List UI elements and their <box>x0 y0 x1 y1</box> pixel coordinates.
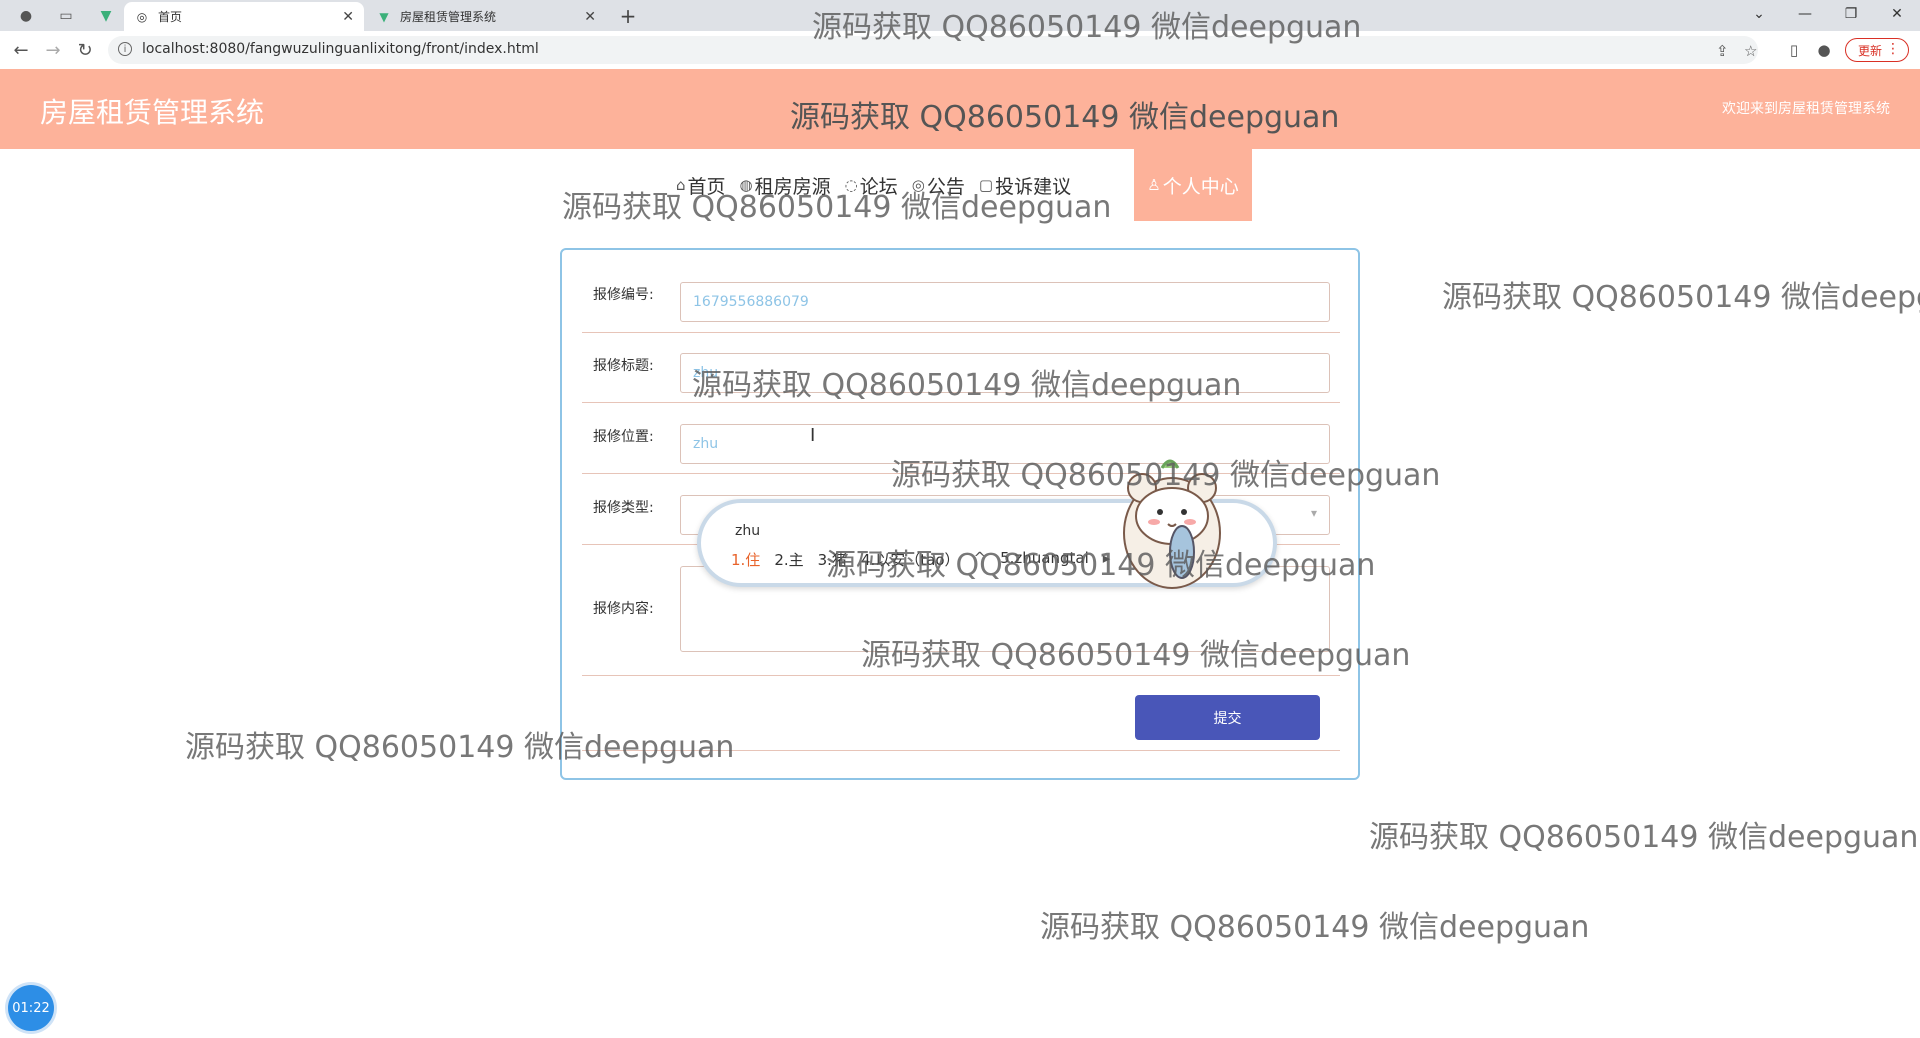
ime-candidate[interactable]: 2.主 <box>774 549 803 570</box>
watermark: 源码获取 QQ86050149 微信deepguan <box>891 458 1441 493</box>
watermark: 源码获取 QQ86050149 微信deepguan <box>1369 820 1919 855</box>
field-label-repair-title: 报修标题: <box>593 358 654 374</box>
globe-icon: ◎ <box>136 9 148 24</box>
watermark: 源码获取 QQ86050149 微信deepguan <box>1040 910 1590 945</box>
field-label-repair-id: 报修编号: <box>593 287 654 303</box>
close-icon[interactable]: ✕ <box>342 9 354 25</box>
recording-timer[interactable]: 01:22 <box>8 985 54 1031</box>
close-icon[interactable]: ✕ <box>584 9 596 25</box>
tab-title: 首页 <box>158 10 183 24</box>
welcome-text: 欢迎来到房屋租赁管理系统 <box>1722 101 1890 117</box>
vue-icon[interactable]: ▼ <box>92 4 120 28</box>
site-title: 房屋租赁管理系统 <box>40 96 265 129</box>
restore-button[interactable]: ❐ <box>1828 0 1874 28</box>
back-icon[interactable]: ← <box>8 38 34 62</box>
watermark: 源码获取 QQ86050149 微信deepguan <box>562 190 1112 225</box>
watermark: 源码获取 QQ86050149 微信deepguan <box>812 10 1362 45</box>
watermark: 源码获取 QQ86050149 微信deepguan <box>861 638 1411 673</box>
watermark: 源码获取 QQ86050149 微信deepguan <box>826 548 1376 583</box>
update-label: 更新 <box>1858 43 1883 58</box>
new-tab-button[interactable]: + <box>614 2 642 30</box>
profile-icon[interactable]: ● <box>1814 40 1834 60</box>
update-button[interactable]: 更新 ⋮ <box>1845 38 1909 62</box>
site-info-icon[interactable]: i <box>118 42 132 56</box>
field-label-repair-location: 报修位置: <box>593 429 654 445</box>
watermark: 源码获取 QQ86050149 微信deepguan <box>185 730 735 765</box>
bookmark-star-icon[interactable]: ☆ <box>1744 42 1757 60</box>
watermark: 源码获取 QQ86050149 微信deepguan <box>790 100 1340 135</box>
field-label-repair-type: 报修类型: <box>593 500 654 516</box>
side-panel-icon[interactable]: ▯ <box>1784 40 1804 60</box>
repair-id-value: 1679556886079 <box>693 294 809 310</box>
tab-home[interactable]: ◎ 首页 ✕ <box>124 2 364 31</box>
tab-search-icon[interactable]: ⌄ <box>1736 0 1782 28</box>
nav-item-user-center[interactable]: ♙ 个人中心 <box>1134 149 1252 221</box>
url-text: localhost:8080/fangwuzulinguanlixitong/f… <box>142 41 539 57</box>
forward-icon[interactable]: → <box>40 38 66 62</box>
field-label-repair-content: 报修内容: <box>593 601 654 617</box>
tab-group-icon[interactable]: ▭ <box>52 4 80 28</box>
share-icon[interactable]: ⇪ <box>1716 42 1729 60</box>
close-window-button[interactable]: ✕ <box>1874 0 1920 28</box>
minimize-button[interactable]: — <box>1782 0 1828 28</box>
repair-location-value: zhu <box>693 436 719 452</box>
menu-dots-icon[interactable]: ⋮ <box>1886 41 1900 57</box>
reload-icon[interactable]: ↻ <box>72 38 98 62</box>
divider <box>582 675 1340 676</box>
tab-system[interactable]: ▼ 房屋租赁管理系统 ✕ <box>366 2 606 31</box>
text-cursor-icon: I <box>810 425 816 446</box>
user-icon: ♙ <box>1147 176 1161 194</box>
watermark: 源码获取 QQ86050149 微信deepguan <box>1442 280 1920 315</box>
nav-label: 个人中心 <box>1162 175 1239 198</box>
watermark: 源码获取 QQ86050149 微信deepguan <box>692 368 1242 403</box>
chevron-down-icon: ▾ <box>1310 506 1317 520</box>
divider <box>582 332 1340 333</box>
github-icon[interactable]: ● <box>12 4 40 28</box>
repair-id-input[interactable]: 1679556886079 <box>680 282 1330 322</box>
ime-composition: zhu <box>735 523 761 539</box>
submit-button[interactable]: 提交 <box>1135 695 1320 740</box>
tab-title: 房屋租赁管理系统 <box>400 10 497 24</box>
ime-candidate[interactable]: 1.住 <box>731 549 760 570</box>
vue-icon: ▼ <box>379 9 389 24</box>
